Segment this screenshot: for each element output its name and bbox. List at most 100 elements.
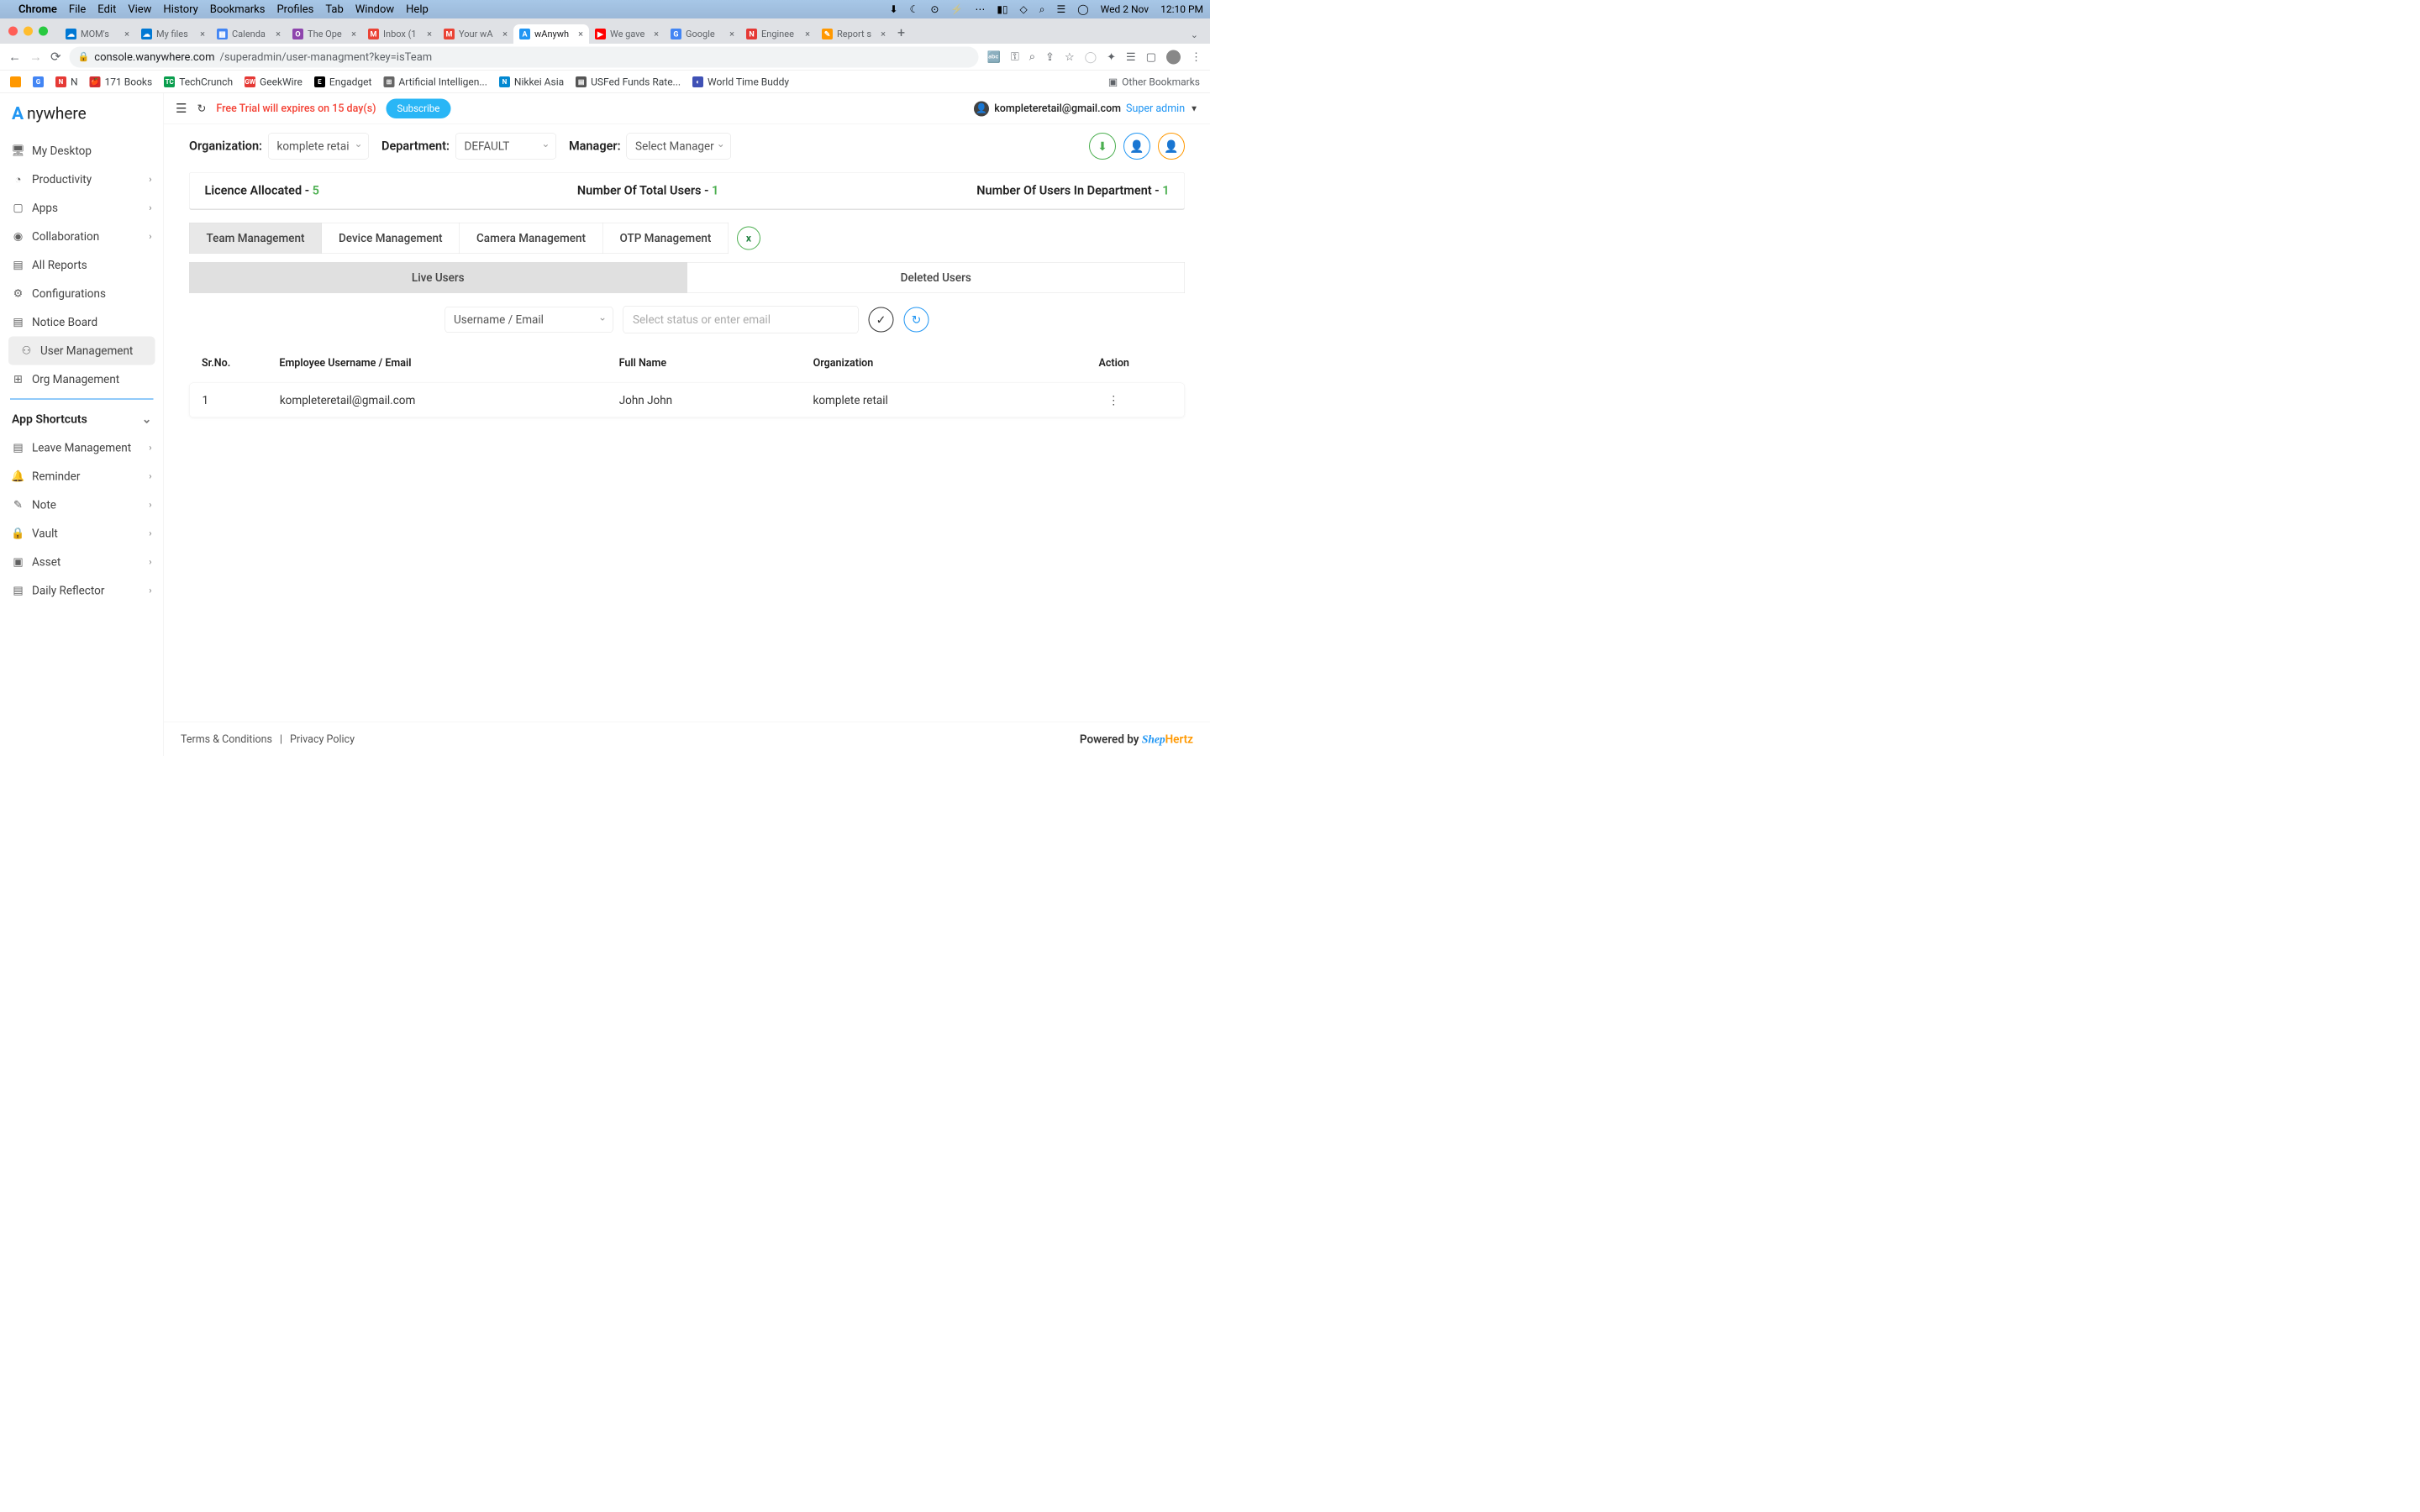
blocker-icon[interactable]: ◯ xyxy=(1085,50,1097,63)
tab-close-icon[interactable]: × xyxy=(654,29,659,39)
org-select[interactable]: komplete retai xyxy=(268,134,369,160)
wifi-icon[interactable]: ◇ xyxy=(1020,3,1028,15)
menubar-time[interactable]: 12:10 PM xyxy=(1160,3,1203,15)
tab-team[interactable]: Team Management xyxy=(189,223,322,254)
menu-tab[interactable]: Tab xyxy=(325,3,343,16)
battery-icon[interactable]: ▮▯ xyxy=(997,3,1007,15)
tab-close-icon[interactable]: × xyxy=(729,29,734,39)
menu-window[interactable]: Window xyxy=(355,3,394,16)
new-tab-button[interactable]: + xyxy=(892,21,911,44)
browser-tab[interactable]: ▦Calenda× xyxy=(211,24,287,44)
dropbox-icon[interactable]: ⬇ xyxy=(890,3,898,15)
sidebar-shortcut[interactable]: ▣Asset› xyxy=(0,548,164,576)
add-user-button[interactable]: 👤 xyxy=(1123,133,1150,160)
bookmark-item[interactable]: ▤USFed Funds Rate... xyxy=(576,76,681,87)
minimize-window-button[interactable] xyxy=(24,27,33,36)
zoom-icon[interactable]: ⌕ xyxy=(1029,50,1035,64)
sidebar-item[interactable]: ◉Collaboration› xyxy=(0,223,164,251)
forward-button[interactable]: → xyxy=(29,50,42,65)
browser-tab[interactable]: ▶We gave× xyxy=(589,24,665,44)
tab-close-icon[interactable]: × xyxy=(805,29,810,39)
menu-file[interactable]: File xyxy=(69,3,86,16)
browser-tab[interactable]: NEnginee× xyxy=(740,24,816,44)
bookmark-item[interactable]: ◐World Time Buddy xyxy=(692,76,789,87)
tab-close-icon[interactable]: × xyxy=(427,29,432,39)
bookmark-item[interactable]: GWGeekWire xyxy=(245,76,302,87)
browser-tab[interactable]: MInbox (1× xyxy=(362,24,438,44)
tab-camera[interactable]: Camera Management xyxy=(460,223,603,254)
hamburger-icon[interactable]: ☰ xyxy=(176,102,187,117)
translate-icon[interactable]: 🔤 xyxy=(987,50,1001,63)
sidebar-item[interactable]: ▤Notice Board xyxy=(0,308,164,337)
sidebar-item[interactable]: ▢Apps› xyxy=(0,194,164,223)
sync-icon[interactable]: ↻ xyxy=(197,102,206,115)
sidebar-shortcut[interactable]: ▤Daily Reflector› xyxy=(0,576,164,605)
control-center-icon[interactable]: ☰ xyxy=(1056,3,1065,15)
mgr-select[interactable]: Select Manager xyxy=(627,134,732,160)
dots-icon[interactable]: ⋯ xyxy=(975,3,985,15)
bookmark-item[interactable]: ⊞Artificial Intelligen... xyxy=(383,76,487,87)
bookmark-item[interactable]: NNikkei Asia xyxy=(499,76,564,87)
moon-icon[interactable]: ☾ xyxy=(910,3,919,15)
footer-tc[interactable]: Terms & Conditions xyxy=(181,733,272,746)
sidebar-item[interactable]: 🖥My Desktop xyxy=(0,137,164,165)
siri-icon[interactable]: ◯ xyxy=(1077,3,1088,15)
menubar-app[interactable]: Chrome xyxy=(18,3,57,16)
tab-live-users[interactable]: Live Users xyxy=(189,262,687,293)
back-button[interactable]: ← xyxy=(8,50,21,65)
tab-device[interactable]: Device Management xyxy=(322,223,460,254)
sidebar-item[interactable]: ▤All Reports xyxy=(0,251,164,280)
profile-avatar[interactable] xyxy=(1166,50,1181,64)
bookmark-item[interactable]: 🍎171 Books xyxy=(90,76,153,87)
excel-export-button[interactable]: x xyxy=(737,227,760,250)
browser-tab[interactable]: OThe Ope× xyxy=(287,24,362,44)
browser-tab[interactable]: GGoogle× xyxy=(665,24,740,44)
menu-bookmarks[interactable]: Bookmarks xyxy=(210,3,266,16)
user-settings-button[interactable]: 👤 xyxy=(1158,133,1185,160)
refresh-button[interactable]: ↻ xyxy=(904,307,929,333)
browser-tab[interactable]: MYour wA× xyxy=(438,24,513,44)
reading-list-icon[interactable]: ☰ xyxy=(1126,50,1136,63)
tab-otp[interactable]: OTP Management xyxy=(602,223,728,254)
tab-close-icon[interactable]: × xyxy=(276,29,281,39)
export-button[interactable]: ⬇ xyxy=(1089,133,1116,160)
browser-tab[interactable]: AwAnywh× xyxy=(513,24,589,44)
close-window-button[interactable] xyxy=(8,27,18,36)
tab-close-icon[interactable]: × xyxy=(881,29,886,39)
spotlight-icon[interactable]: ⌕ xyxy=(1039,3,1045,15)
bluetooth-icon[interactable]: ⚡ xyxy=(950,3,963,15)
sidepanel-icon[interactable]: ▢ xyxy=(1146,50,1156,63)
bookmark-item[interactable] xyxy=(10,76,21,87)
sidebar-item[interactable]: ◔Productivity› xyxy=(0,165,164,194)
tab-close-icon[interactable]: × xyxy=(124,29,129,39)
search-input[interactable] xyxy=(623,306,859,333)
browser-tab[interactable]: ☁My files× xyxy=(135,24,211,44)
sidebar-shortcut[interactable]: ▤Leave Management› xyxy=(0,433,164,462)
bookmark-icon[interactable]: ☆ xyxy=(1065,50,1075,63)
reload-button[interactable]: ⟳ xyxy=(50,50,61,65)
sidebar-item[interactable]: ⚙Configurations xyxy=(0,280,164,308)
bookmark-item[interactable]: EEngadget xyxy=(314,76,372,87)
sidebar-shortcut[interactable]: 🔒Vault› xyxy=(0,519,164,548)
bookmark-item[interactable]: G xyxy=(33,76,44,87)
menubar-date[interactable]: Wed 2 Nov xyxy=(1101,3,1149,15)
menu-view[interactable]: View xyxy=(128,3,151,16)
search-field-select[interactable]: Username / Email xyxy=(445,307,613,333)
menu-history[interactable]: History xyxy=(163,3,197,16)
menu-edit[interactable]: Edit xyxy=(97,3,116,16)
address-field[interactable]: 🔒 console.wanywhere.com/superadmin/user-… xyxy=(70,46,979,67)
sidebar-shortcut[interactable]: 🔔Reminder› xyxy=(0,462,164,491)
chrome-menu-icon[interactable]: ⋮ xyxy=(1191,50,1202,63)
share-icon[interactable]: ⇪ xyxy=(1045,50,1055,63)
key-icon[interactable]: ⚿ xyxy=(1011,50,1019,64)
sidebar-shortcuts-header[interactable]: App Shortcuts ⌄ xyxy=(0,405,164,434)
other-bookmarks[interactable]: ▣Other Bookmarks xyxy=(1108,76,1200,87)
dept-select[interactable]: DEFAULT xyxy=(455,134,556,160)
extensions-icon[interactable]: ✦ xyxy=(1107,50,1116,63)
sidebar-item[interactable]: ⊞Org Management xyxy=(0,365,164,394)
browser-tab[interactable]: ☁MOM's× xyxy=(60,24,135,44)
user-menu[interactable]: 👤 kompleteretail@gmail.com Super admin ▼ xyxy=(974,101,1198,116)
sidebar-shortcut[interactable]: ✎Note› xyxy=(0,491,164,519)
bookmark-item[interactable]: TCTechCrunch xyxy=(164,76,233,87)
play-icon[interactable]: ⊙ xyxy=(930,3,939,15)
